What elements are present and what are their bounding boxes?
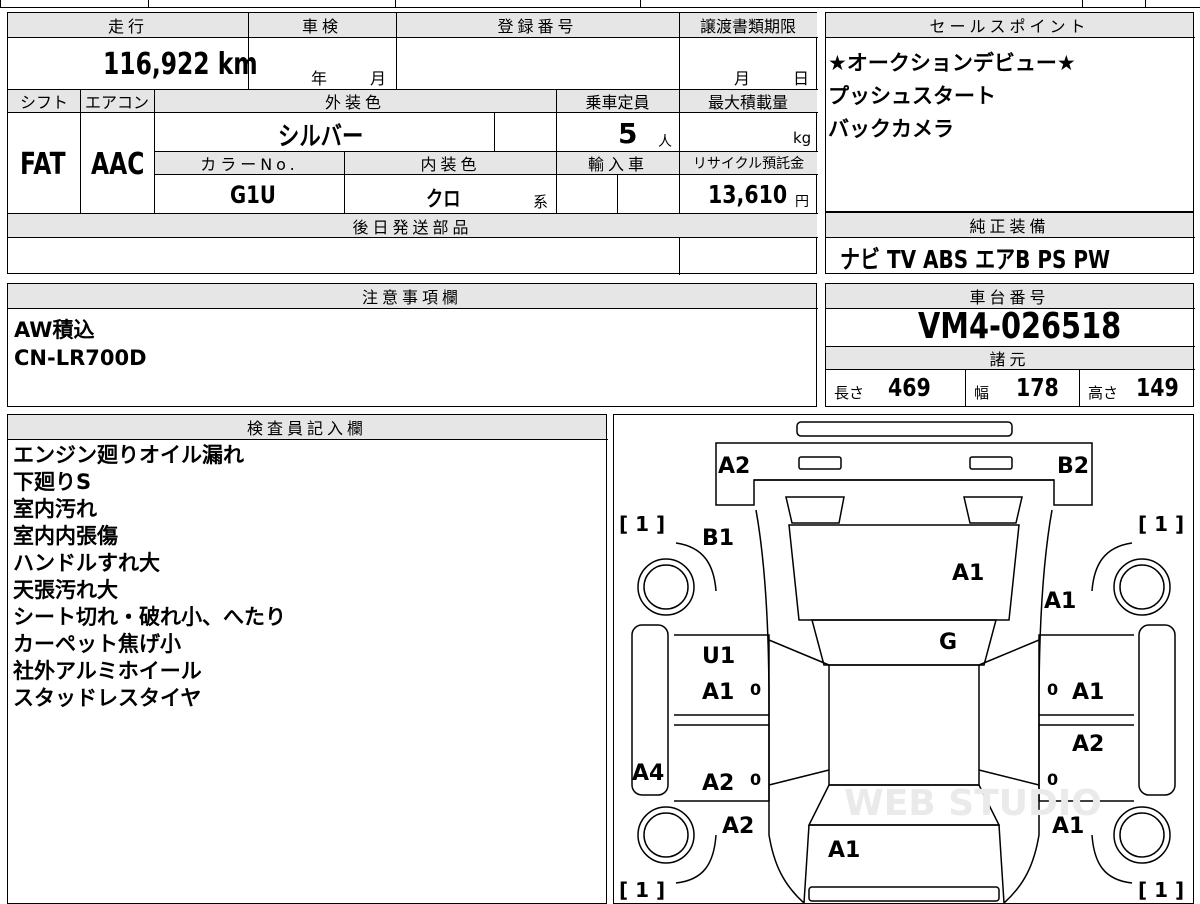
inspector-line-7: シート切れ・破れ小、へたり (13, 605, 286, 629)
height-label: 高さ (1088, 384, 1119, 402)
transfer-label: 譲渡書類期限 (699, 17, 796, 36)
capacity-label: 乗車定員 (585, 93, 650, 112)
mark-right-front-door: A1 (1072, 680, 1104, 705)
later-parts-label: 後日発送部品 (352, 217, 473, 237)
recycle-fee: 13,610 (708, 180, 788, 209)
mark-trunk: A1 (828, 838, 860, 863)
recycle-label: リサイクル預託金 (692, 156, 805, 172)
mark-right-fender: A1 (1044, 589, 1076, 614)
sales-point-1: ★オークションデビュー★ (828, 51, 1076, 75)
tire-mark-fr: [ 1 ] (1138, 512, 1184, 536)
exterior-color: シルバー (278, 122, 364, 152)
mark-left-rear-door: A2 (702, 771, 734, 796)
inspection-year: 年 (311, 69, 328, 88)
tire-mark-rr: [ 1 ] (1138, 878, 1184, 902)
height-value: 149 (1136, 373, 1179, 402)
maxload-unit: kg (793, 129, 812, 147)
caution-box: 注意事項欄 AW積込 CN-LR700D (7, 283, 818, 407)
width-value: 178 (1016, 373, 1059, 402)
interior-label: 内装色 (420, 155, 481, 174)
exterior-label: 外装色 (324, 93, 385, 112)
inspection-label: 車検 (301, 17, 342, 36)
vehicle-info-table: 走行 車検 登録番号 譲渡書類期限 116,922 km 年 月 月 日 シフト… (7, 12, 818, 275)
inspector-line-4: 室内内張傷 (13, 524, 118, 548)
specs-title: 諸元 (989, 350, 1030, 369)
maxload-label: 最大積載量 (707, 93, 788, 112)
watermark: WEB STUDIO (844, 783, 1102, 824)
inspector-line-5: ハンドルすれ大 (13, 551, 160, 575)
tire-mark-rl: [ 1 ] (619, 878, 665, 902)
transfer-day: 日 (793, 69, 810, 88)
length-label: 長さ (834, 384, 865, 402)
inspector-title: 検査員記入欄 (246, 419, 367, 438)
equipment-items: ナビ TV ABS エアB PS PW (840, 245, 1111, 274)
mark-left-fender: B1 (702, 526, 734, 551)
ac-label: エアコン (84, 93, 149, 112)
caution-line-2: CN-LR700D (14, 346, 147, 370)
inspector-line-3: 室内汚れ (13, 497, 97, 521)
inspector-line-1: エンジン廻りオイル漏れ (13, 443, 244, 467)
inspector-line-6: 天張汚れ大 (13, 578, 118, 602)
sales-point-2: プッシュスタート (828, 84, 996, 108)
car-diagram: [ 1 ] [ 1 ] [ 1 ] [ 1 ] A2 B2 B1 A1 A1 G… (619, 421, 1184, 903)
mark-front-bumper-right: B2 (1057, 454, 1089, 479)
mark-hood: A1 (952, 561, 984, 586)
ac-value: AAC (91, 147, 145, 182)
chassis-number: VM4-026518 (918, 306, 1122, 347)
registration-label: 登録番号 (497, 17, 578, 36)
width-label: 幅 (974, 384, 990, 402)
mark-right-rear-door: A2 (1072, 732, 1104, 757)
mileage-label: 走行 (107, 17, 148, 36)
interior-suffix: 系 (533, 193, 549, 211)
inspector-box: 検査員記入欄 エンジン廻りオイル漏れ 下廻りS 室内汚れ 室内内張傷 ハンドルす… (7, 414, 608, 904)
mark-left-rocker: A4 (632, 761, 664, 786)
mileage-value: 116,922 km (103, 47, 258, 82)
small-mark-3: 0 (750, 770, 761, 789)
inspector-line-9: 社外アルミホイール (13, 659, 202, 683)
capacity-value: 5 (618, 117, 638, 150)
tire-mark-fl: [ 1 ] (619, 512, 665, 536)
inspector-line-8: カーペット焦げ小 (13, 632, 181, 656)
color-no-value: G1U (230, 181, 276, 209)
shift-label: シフト (19, 93, 68, 112)
damage-diagram-box: [ 1 ] [ 1 ] [ 1 ] [ 1 ] A2 B2 B1 A1 A1 G… (613, 414, 1194, 904)
chassis-box: 車台番号 VM4-026518 諸元 長さ 469 幅 178 高さ 149 (825, 283, 1195, 407)
inspector-line-2: 下廻りS (13, 470, 92, 494)
mark-front-bumper-left: A2 (718, 454, 750, 479)
mark-left-front-door-u: U1 (702, 644, 735, 669)
mark-left-front-door: A1 (702, 680, 734, 705)
capacity-unit: 人 (658, 134, 672, 150)
sales-points-box: セールスポイント ★オークションデビュー★ プッシュスタート バックカメラ (825, 12, 1195, 212)
caution-title: 注意事項欄 (361, 288, 462, 307)
small-mark-2: 0 (1047, 680, 1058, 699)
small-mark-1: 0 (750, 680, 761, 699)
mark-left-quarter: A2 (722, 814, 754, 839)
transfer-month: 月 (734, 69, 751, 88)
chassis-title: 車台番号 (969, 288, 1050, 307)
recycle-unit: 円 (795, 194, 809, 210)
caution-line-1: AW積込 (14, 318, 95, 342)
equipment-title: 純正装備 (969, 217, 1050, 236)
equipment-box: 純正装備 ナビ TV ABS エアB PS PW (825, 212, 1195, 274)
sales-point-3: バックカメラ (828, 117, 954, 141)
top-strip (0, 0, 1200, 8)
mark-windshield: G (939, 630, 957, 655)
inspector-line-10: スタッドレスタイヤ (13, 686, 202, 710)
shift-value: FAT (20, 147, 66, 182)
length-value: 469 (888, 373, 931, 402)
interior-color: クロ (426, 187, 461, 211)
color-no-label: カラーNo. (200, 155, 299, 174)
import-label: 輸入車 (587, 155, 648, 174)
inspection-month: 月 (370, 69, 387, 88)
sales-points-title: セールスポイント (929, 17, 1090, 36)
